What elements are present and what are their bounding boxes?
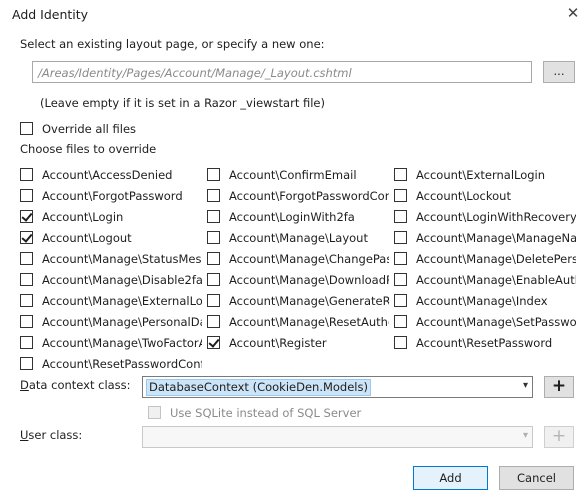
file-label: Account\Manage\EnableAuth: [416, 273, 576, 287]
data-context-combo[interactable]: DatabaseContext (CookieDen.Models) ▾: [142, 376, 533, 398]
file-label: Account\ExternalLogin: [416, 168, 546, 182]
file-label: Account\LoginWithRecoveryC: [416, 210, 576, 224]
file-label: Account\Manage\SetPasswor: [416, 315, 576, 329]
file-label: Account\Manage\StatusMessa: [42, 252, 202, 266]
file-label: Account\Manage\ResetAuther: [229, 315, 389, 329]
chevron-down-icon: ▾: [522, 430, 528, 441]
file-label: Account\Login: [42, 210, 124, 224]
file-label: Account\Manage\GenerateRe: [229, 294, 389, 308]
override-all-label: Override all files: [42, 122, 137, 136]
file-checkbox[interactable]: [207, 168, 220, 181]
file-checkbox[interactable]: [207, 231, 220, 244]
close-icon[interactable]: ✕: [562, 2, 584, 24]
file-label: Account\Manage\ManageNav: [416, 231, 576, 245]
file-label: Account\Manage\ExternalLog: [42, 294, 202, 308]
file-checkbox[interactable]: [394, 210, 407, 223]
file-label: Account\Manage\Index: [416, 294, 548, 308]
file-checkbox[interactable]: [20, 168, 33, 181]
file-checkbox[interactable]: [20, 252, 33, 265]
file-checkbox[interactable]: [394, 294, 407, 307]
layout-prompt: Select an existing layout page, or speci…: [20, 37, 325, 51]
file-label: Account\Manage\DownloadP: [229, 273, 389, 287]
data-context-value: DatabaseContext (CookieDen.Models): [146, 379, 371, 396]
override-all-checkbox[interactable]: [20, 122, 33, 135]
file-checkbox[interactable]: [207, 315, 220, 328]
file-checkbox[interactable]: [207, 273, 220, 286]
user-class-combo[interactable]: ▾: [142, 426, 533, 448]
file-label: Account\Manage\Layout: [229, 231, 368, 245]
layout-path-placeholder: /Areas/Identity/Pages/Account/Manage/_La…: [38, 66, 352, 80]
data-context-label: Data context class:: [20, 378, 131, 392]
user-class-label: User class:: [20, 428, 83, 442]
file-checkbox[interactable]: [207, 336, 220, 349]
file-checkbox[interactable]: [207, 294, 220, 307]
file-checkbox[interactable]: [394, 273, 407, 286]
file-label: Account\Lockout: [416, 189, 511, 203]
choose-files-label: Choose files to override: [20, 142, 157, 156]
file-checkbox[interactable]: [20, 315, 33, 328]
layout-hint: (Leave empty if it is set in a Razor _vi…: [40, 96, 325, 110]
file-checkbox[interactable]: [20, 336, 33, 349]
file-checkbox[interactable]: [20, 210, 33, 223]
file-checkbox[interactable]: [20, 189, 33, 202]
file-label: Account\Manage\ChangePass: [229, 252, 389, 266]
file-label: Account\Logout: [42, 231, 132, 245]
file-checkbox[interactable]: [394, 168, 407, 181]
file-checkbox[interactable]: [20, 273, 33, 286]
file-label: Account\ResetPasswordConfir: [42, 357, 202, 371]
file-checkbox[interactable]: [20, 357, 33, 370]
file-label: Account\ResetPassword: [416, 336, 553, 350]
file-label: Account\Manage\DeletePerso: [416, 252, 576, 266]
add-button[interactable]: Add: [413, 466, 488, 490]
file-checkbox[interactable]: [394, 231, 407, 244]
window-title: Add Identity: [12, 7, 89, 22]
file-label: Account\Manage\TwoFactorA: [42, 336, 202, 350]
file-checkbox[interactable]: [394, 189, 407, 202]
file-label: Account\LoginWith2fa: [229, 210, 355, 224]
file-checkbox[interactable]: [20, 231, 33, 244]
file-checkbox[interactable]: [394, 336, 407, 349]
cancel-button[interactable]: Cancel: [499, 466, 574, 490]
add-user-class-button[interactable]: +: [544, 426, 574, 448]
file-checkbox[interactable]: [394, 315, 407, 328]
browse-button[interactable]: ...: [543, 61, 575, 83]
file-label: Account\AccessDenied: [42, 168, 173, 182]
file-checkbox[interactable]: [394, 252, 407, 265]
file-label: Account\ForgotPassword: [42, 189, 183, 203]
file-label: Account\Manage\PersonalDat: [42, 315, 202, 329]
sqlite-label: Use SQLite instead of SQL Server: [170, 406, 362, 420]
file-checkbox[interactable]: [207, 252, 220, 265]
file-checkbox[interactable]: [207, 210, 220, 223]
file-label: Account\Manage\Disable2fa: [42, 273, 202, 287]
file-label: Account\ForgotPasswordConf: [229, 189, 389, 203]
file-label: Account\ConfirmEmail: [229, 168, 357, 182]
chevron-down-icon: ▾: [522, 380, 528, 391]
file-checkbox[interactable]: [20, 294, 33, 307]
add-data-context-button[interactable]: +: [544, 376, 574, 398]
file-label: Account\Register: [229, 336, 327, 350]
layout-path-input[interactable]: /Areas/Identity/Pages/Account/Manage/_La…: [32, 61, 532, 83]
file-checkbox[interactable]: [207, 189, 220, 202]
sqlite-checkbox[interactable]: [148, 406, 161, 419]
